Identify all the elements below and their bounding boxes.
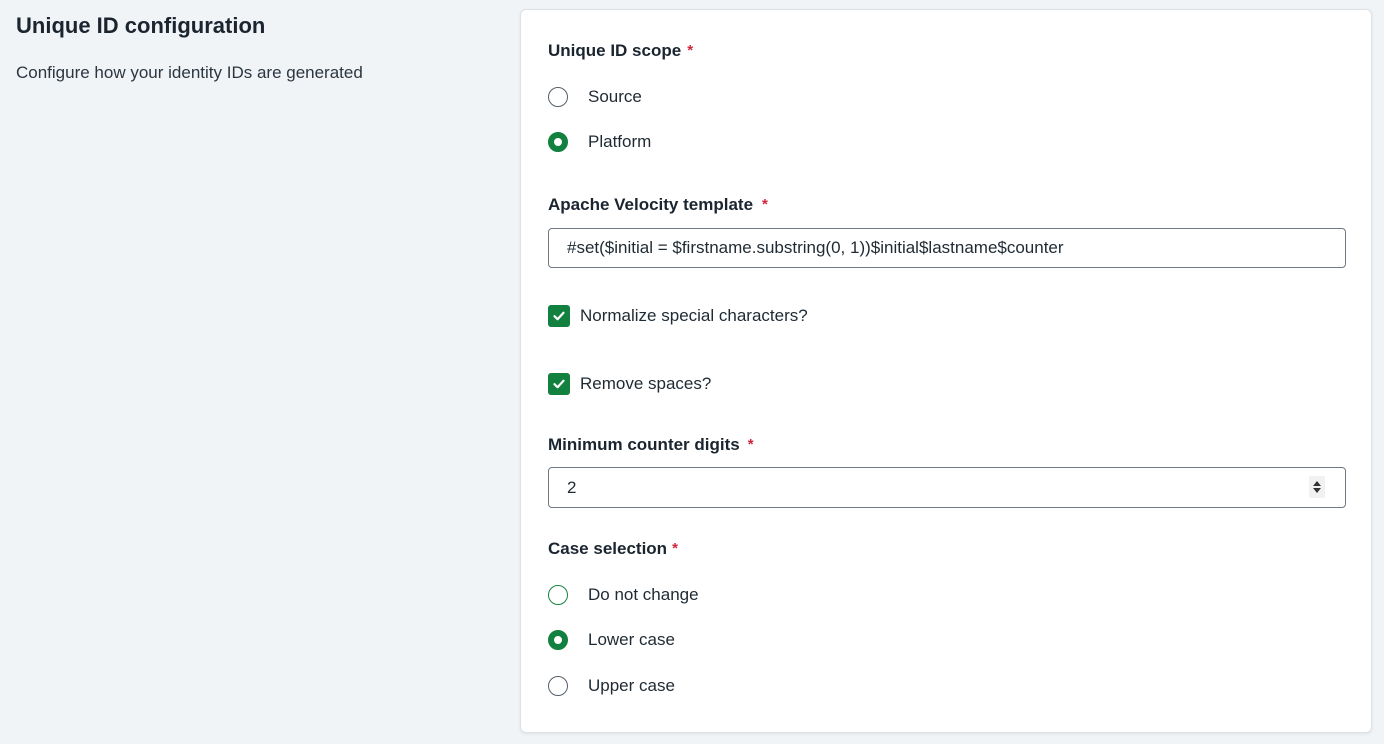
required-asterisk: * bbox=[672, 540, 678, 557]
case-upper-case-label: Upper case bbox=[588, 676, 675, 695]
case-do-not-change-label: Do not change bbox=[588, 585, 699, 604]
scope-source-label: Source bbox=[588, 87, 642, 106]
chevron-down-icon[interactable] bbox=[1313, 488, 1321, 493]
template-label: Apache Velocity template * bbox=[548, 194, 768, 217]
scope-option-source[interactable]: Source bbox=[548, 84, 642, 110]
normalize-label: Normalize special characters? bbox=[580, 306, 808, 325]
normalize-checkbox[interactable] bbox=[548, 305, 570, 327]
remove-spaces-checkbox[interactable] bbox=[548, 373, 570, 395]
required-asterisk: * bbox=[747, 436, 754, 453]
case-do-not-change-radio[interactable] bbox=[548, 585, 568, 605]
scope-platform-radio[interactable] bbox=[548, 132, 568, 152]
required-asterisk: * bbox=[762, 196, 768, 213]
scope-label-text: Unique ID scope bbox=[548, 41, 682, 60]
case-lower-case-radio[interactable] bbox=[548, 630, 568, 650]
scope-option-platform[interactable]: Platform bbox=[548, 129, 651, 155]
scope-source-radio[interactable] bbox=[548, 87, 568, 107]
case-upper-case-radio[interactable] bbox=[548, 676, 568, 696]
remove-spaces-checkbox-row[interactable]: Remove spaces? bbox=[548, 372, 711, 396]
chevron-up-icon[interactable] bbox=[1313, 481, 1321, 486]
template-label-text: Apache Velocity template bbox=[548, 195, 754, 214]
remove-spaces-label: Remove spaces? bbox=[580, 374, 712, 393]
page-description: Configure how your identity IDs are gene… bbox=[16, 63, 363, 82]
number-spinner[interactable] bbox=[1309, 476, 1325, 498]
case-selection-label: Case selection * bbox=[548, 538, 678, 561]
counter-digits-label: Minimum counter digits * bbox=[548, 434, 754, 457]
page-title: Unique ID configuration bbox=[16, 13, 266, 38]
scope-platform-label: Platform bbox=[588, 132, 652, 151]
scope-label: Unique ID scope * bbox=[548, 40, 693, 63]
check-icon bbox=[553, 379, 565, 389]
check-icon bbox=[553, 311, 565, 321]
counter-digits-value[interactable]: 2 bbox=[567, 477, 576, 499]
case-option-do-not-change[interactable]: Do not change bbox=[548, 582, 699, 608]
case-option-upper-case[interactable]: Upper case bbox=[548, 673, 675, 699]
required-asterisk: * bbox=[687, 42, 694, 59]
normalize-checkbox-row[interactable]: Normalize special characters? bbox=[548, 304, 808, 328]
template-input[interactable] bbox=[548, 228, 1346, 268]
counter-digits-label-text: Minimum counter digits bbox=[548, 435, 740, 454]
intro-section: Unique ID configuration Configure how yo… bbox=[16, 12, 476, 85]
counter-digits-input[interactable]: 2 bbox=[548, 467, 1346, 508]
case-lower-case-label: Lower case bbox=[588, 630, 675, 649]
case-option-lower-case[interactable]: Lower case bbox=[548, 627, 675, 653]
config-form-card: Unique ID scope * Source Platform Apache … bbox=[520, 9, 1372, 733]
case-selection-label-text: Case selection bbox=[548, 539, 668, 558]
